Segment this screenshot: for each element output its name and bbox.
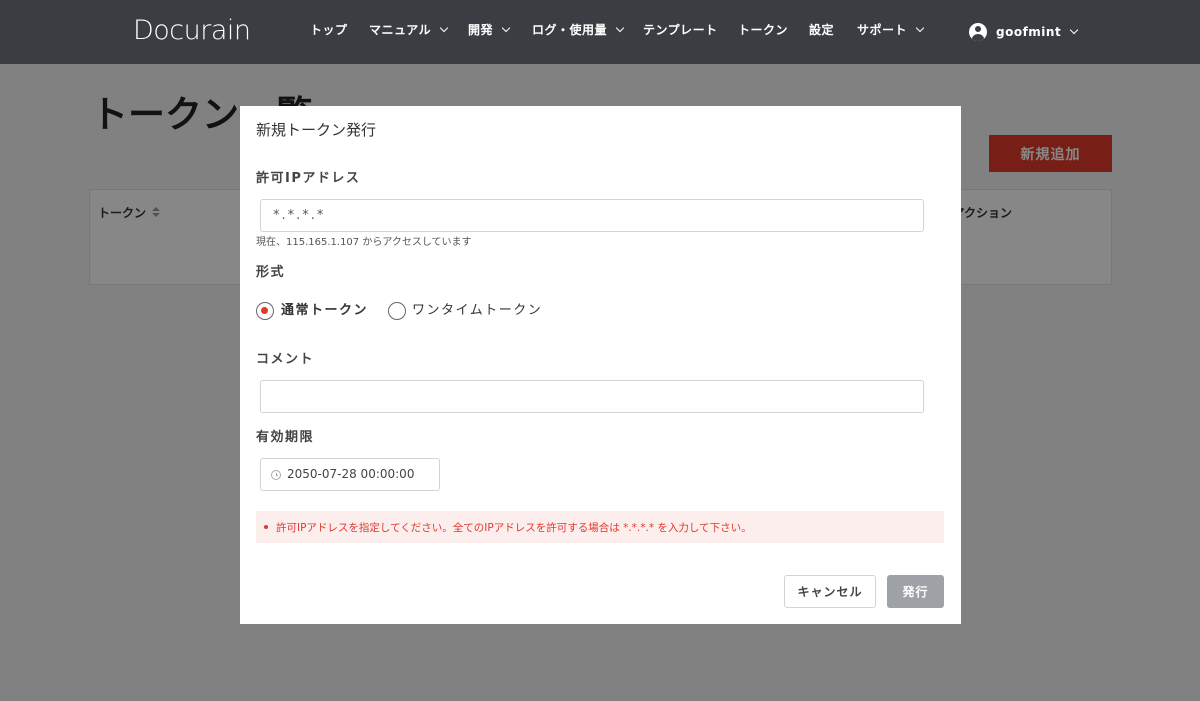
nav-item-label: テンプレート [643,23,718,37]
nav-item-development[interactable]: 開発 [468,22,511,38]
chevron-down-icon [915,23,925,33]
format-label: 形式 [256,265,286,280]
nav-item-logs-usage[interactable]: ログ・使用量 [532,22,625,38]
radio-label-onetime-token[interactable]: ワンタイムトークン [412,302,542,320]
nav-item-label: トップ [310,23,348,37]
comment-input[interactable] [260,380,924,413]
nav-item-manual[interactable]: マニュアル [369,22,449,38]
ip-label: 許可IPアドレス [256,171,361,186]
radio-label-normal-token[interactable]: 通常トークン [281,302,368,320]
cancel-button[interactable]: キャンセル [784,575,876,608]
radio-normal-token[interactable] [256,302,274,320]
modal-title: 新規トークン発行 [256,121,377,139]
chevron-down-icon [1069,25,1079,35]
nav-item-tokens[interactable]: トークン [738,22,788,38]
new-token-modal: 新規トークン発行 許可IPアドレス 現在、115.165.1.107 からアクセ… [240,106,961,624]
nav-item-top[interactable]: トップ [310,22,348,38]
chevron-down-icon [615,23,625,33]
user-name: goofmint [996,25,1062,39]
user-circle-icon[interactable] [969,23,987,41]
ip-help-text: 現在、115.165.1.107 からアクセスしています [256,237,472,248]
bullet-icon [264,525,268,529]
top-navbar: Docurain トップ マニュアル 開発 ログ・使用量 テンプレート トークン… [0,0,1200,64]
nav-item-label: トークン [738,23,789,37]
expiry-date-value: 2050-07-28 00:00:00 [287,467,415,481]
error-message: 許可IPアドレスを指定してください。全てのIPアドレスを許可する場合は *.*.… [276,522,752,534]
nav-item-label: サポート [857,23,908,37]
chevron-down-icon [501,23,511,33]
expiry-date-input[interactable]: 2050-07-28 00:00:00 [260,458,440,491]
ip-address-input[interactable] [260,199,924,232]
issue-button[interactable]: 発行 [887,575,944,608]
nav-item-settings[interactable]: 設定 [809,22,834,38]
comment-label: コメント [256,352,315,367]
expiry-label: 有効期限 [256,430,315,445]
clock-icon [271,470,281,480]
nav-item-label: 開発 [468,23,494,37]
user-menu[interactable]: goofmint [996,24,1079,40]
chevron-down-icon [439,23,449,33]
docurain-logo[interactable]: Docurain [133,14,251,48]
nav-item-support[interactable]: サポート [857,22,925,38]
error-message-box: 許可IPアドレスを指定してください。全てのIPアドレスを許可する場合は *.*.… [256,511,944,543]
nav-item-label: ログ・使用量 [532,23,608,37]
radio-onetime-token[interactable] [388,302,406,320]
nav-item-label: マニュアル [369,23,432,37]
nav-item-label: 設定 [809,23,835,37]
nav-item-templates[interactable]: テンプレート [643,22,718,38]
